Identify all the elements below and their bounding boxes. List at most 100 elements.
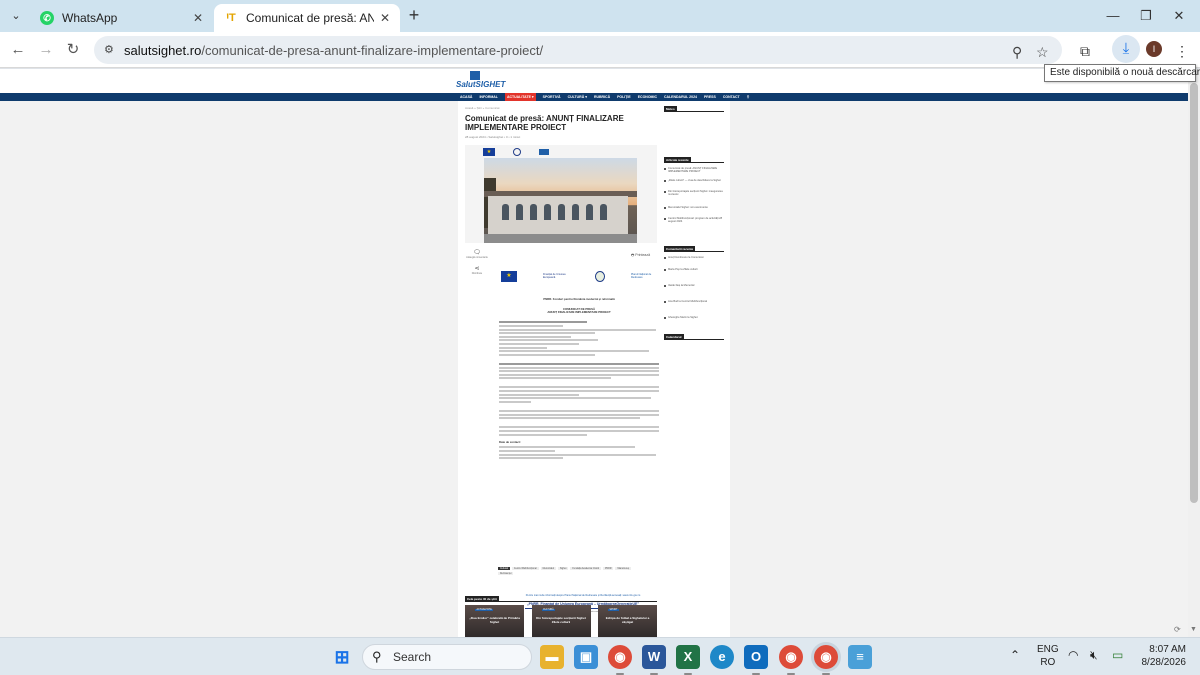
tag-link[interactable]: Memorialul xyxy=(540,567,556,570)
tag-link[interactable]: Sighet xyxy=(557,567,569,570)
comment-icon[interactable]: 🗨 xyxy=(465,249,489,256)
tag-link[interactable]: Fundația Academia Civică xyxy=(570,567,601,570)
nav-item[interactable]: CONTACT xyxy=(723,93,740,101)
battery-icon[interactable]: ▭ xyxy=(1112,648,1123,662)
restore-icon[interactable]: ❐ xyxy=(1131,6,1161,26)
tab-title: Comunicat de presă: ANUNȚ FI xyxy=(246,11,374,25)
file-explorer-icon[interactable]: ▬ xyxy=(540,645,564,669)
recaptcha-icon[interactable]: ⟳ xyxy=(1174,625,1186,635)
recent-post-link[interactable]: „Zilele culturii” — ziua de deschidere l… xyxy=(664,179,724,183)
share-icon[interactable]: ⋖ xyxy=(465,265,489,272)
close-tab-icon[interactable]: ✕ xyxy=(193,11,203,25)
recent-comment-link[interactable]: Ionuț Dumitrescu la Comunicat xyxy=(664,256,724,260)
nav-item[interactable]: ACASĂ xyxy=(460,93,472,101)
nav-item[interactable]: INFORMAL xyxy=(479,93,497,101)
tray-chevron-icon[interactable]: ⌃ xyxy=(1010,648,1020,662)
minimize-icon[interactable]: — xyxy=(1098,6,1128,26)
wifi-icon[interactable]: ◠ xyxy=(1068,648,1078,662)
recent-post-link[interactable]: Centrul Multifuncțional: program de acti… xyxy=(664,217,724,224)
article-body: PNRR. Fonduri pentru România modernă și … xyxy=(499,297,659,461)
word-icon[interactable]: W xyxy=(642,645,666,675)
romania-crest-icon xyxy=(513,148,521,156)
reload-icon[interactable]: ↻ xyxy=(62,39,84,61)
eu-flag-icon: ★ xyxy=(483,148,495,156)
tag-link[interactable]: Maramureș xyxy=(615,567,632,570)
tab-strip: ⌄ ✆ WhatsApp ✕ ꞋT Comunicat de presă: AN… xyxy=(0,0,1200,32)
tag-link[interactable]: Rezistenței xyxy=(498,572,514,575)
recent-post-link[interactable]: Memorialul Sighet: noi evenimente xyxy=(664,206,724,210)
taskbar-search[interactable]: ⚲ Search xyxy=(362,644,532,670)
tab-search-chevron-icon[interactable]: ⌄ xyxy=(6,6,26,26)
nav-item-active[interactable]: ACTUALITATE ▾ xyxy=(504,93,536,101)
edge-icon[interactable]: e xyxy=(710,645,734,669)
recent-post-link[interactable]: Din fotoreportajele secțiunii Sighet: in… xyxy=(664,190,724,197)
page-viewport: SalutSIGHET ACASĂ INFORMAL ACTUALITATE ▾… xyxy=(0,69,1188,637)
search-icon[interactable]: ⚲ xyxy=(747,93,750,101)
notepad-icon[interactable]: ≡ xyxy=(848,645,872,669)
card-title[interactable]: Echipa de fotbal a Sighetului a câștigat xyxy=(602,616,653,624)
photos-app-icon[interactable]: ▣ xyxy=(574,645,598,669)
nav-item[interactable]: PRESS xyxy=(704,93,716,101)
card-title[interactable]: Din fotoreportajele secțiunii Sighet Zil… xyxy=(536,616,587,624)
outlook-icon[interactable]: O xyxy=(744,645,768,675)
page-scrollbar[interactable]: ▲ ▼ xyxy=(1188,69,1200,637)
chrome-profile-icon[interactable]: ◉ xyxy=(779,645,803,675)
nav-item[interactable]: ECONOMIC xyxy=(638,93,657,101)
tag-link[interactable]: Cultural xyxy=(498,567,510,570)
related-card[interactable]: SPORT Echipa de fotbal a Sighetului a câ… xyxy=(598,605,657,637)
close-window-icon[interactable]: ✕ xyxy=(1164,6,1194,26)
browser-toolbar: ← → ↻ ⚙ salutsighet.ro /comunicat-de-pre… xyxy=(0,32,1200,68)
nav-item[interactable]: CULTURĂ ▾ xyxy=(568,93,587,101)
system-clock[interactable]: 8:07 AM 8/28/2026 xyxy=(1140,643,1187,669)
excel-icon[interactable]: X xyxy=(676,645,700,675)
bookmark-star-icon[interactable]: ☆ xyxy=(1036,44,1049,61)
related-card[interactable]: ACTUALITATE „Ziua Eroilor” celebrată de … xyxy=(465,605,524,637)
nav-item[interactable]: CALENDARUL 2024 xyxy=(664,93,697,101)
start-windows-icon[interactable]: ⊞ xyxy=(330,645,354,669)
tag-link[interactable]: Centrul Multifuncțional xyxy=(511,567,539,570)
forward-arrow-icon[interactable]: → xyxy=(35,39,57,61)
nav-item[interactable]: SPORTIVĂ xyxy=(543,93,561,101)
new-tab-button[interactable]: + xyxy=(404,6,424,26)
tab-whatsapp[interactable]: ✆ WhatsApp ✕ xyxy=(30,4,213,32)
ministry-logo-icon xyxy=(539,149,549,155)
tab-active-article[interactable]: ꞋT Comunicat de presă: ANUNȚ FI ✕ xyxy=(214,4,400,32)
card-title[interactable]: „Ziua Eroilor” celebrată de Primăria Sig… xyxy=(469,616,520,624)
download-icon[interactable]: ⤓ xyxy=(1112,35,1140,63)
volume-muted-icon[interactable]: 🔇︎ xyxy=(1090,648,1098,663)
nav-item[interactable]: RUBRICĂ xyxy=(594,93,610,101)
nav-item[interactable]: POLIȚIE xyxy=(617,93,631,101)
share-column: 🗨 Adaugă comentariu ⋖ Distribuie xyxy=(465,249,489,275)
language-indicator[interactable]: ENG RO xyxy=(1037,643,1059,669)
share-label[interactable]: Distribuie xyxy=(465,272,489,275)
chrome-icon[interactable]: ◉ xyxy=(608,645,632,675)
close-tab-icon[interactable]: ✕ xyxy=(380,11,390,25)
profile-avatar[interactable]: I xyxy=(1146,41,1162,57)
ministry-text: Planul Național de Redresare xyxy=(631,273,652,279)
card-category: CULTURĂ xyxy=(541,609,556,611)
back-arrow-icon[interactable]: ← xyxy=(7,39,29,61)
comment-label[interactable]: Adaugă comentariu xyxy=(465,256,489,259)
recent-post-link[interactable]: Comunicat de presă: ANUNȚ FINALIZARE IMP… xyxy=(664,167,724,174)
featured-image[interactable]: ★ xyxy=(465,145,657,243)
chrome-active-icon[interactable]: ◉ xyxy=(814,645,838,675)
tag-link[interactable]: PNRR xyxy=(602,567,614,570)
site-logo[interactable]: SalutSIGHET xyxy=(456,71,505,91)
scroll-down-icon[interactable]: ▼ xyxy=(1190,626,1197,633)
related-card[interactable]: CULTURĂ Din fotoreportajele secțiunii Si… xyxy=(531,605,591,637)
recent-comment-link[interactable]: Maria Pop la Zilele culturii xyxy=(664,268,724,272)
menu-kebab-icon[interactable]: ⋮ xyxy=(1171,40,1193,62)
recent-comment-link[interactable]: Vasile Ilieș la Memorial xyxy=(664,284,724,288)
print-button[interactable]: 🖶 Printează xyxy=(631,253,650,259)
url-path: /comunicat-de-presa-anunt-finalizare-imp… xyxy=(201,42,544,58)
recent-comment-link[interactable]: Ana Bud la Centrul Multifuncțional xyxy=(664,300,724,304)
recent-comment-link[interactable]: Gheorghe Marin la Sighet xyxy=(664,316,724,320)
site-info-icon[interactable]: ⚙ xyxy=(104,43,114,56)
related-cards: ACTUALITATE „Ziua Eroilor” celebrată de … xyxy=(465,605,657,637)
extensions-icon[interactable]: ⧉ xyxy=(1074,40,1096,62)
breadcrumb[interactable]: Acasă » Știri » Comunicat xyxy=(465,106,500,110)
scrollbar-thumb[interactable] xyxy=(1190,83,1198,503)
address-bar[interactable]: ⚙ salutsighet.ro /comunicat-de-presa-anu… xyxy=(94,36,1062,64)
article-page: Acasă » Știri » Comunicat Comunicat de p… xyxy=(458,101,730,637)
zoom-icon[interactable]: ⚲ xyxy=(1012,44,1022,61)
